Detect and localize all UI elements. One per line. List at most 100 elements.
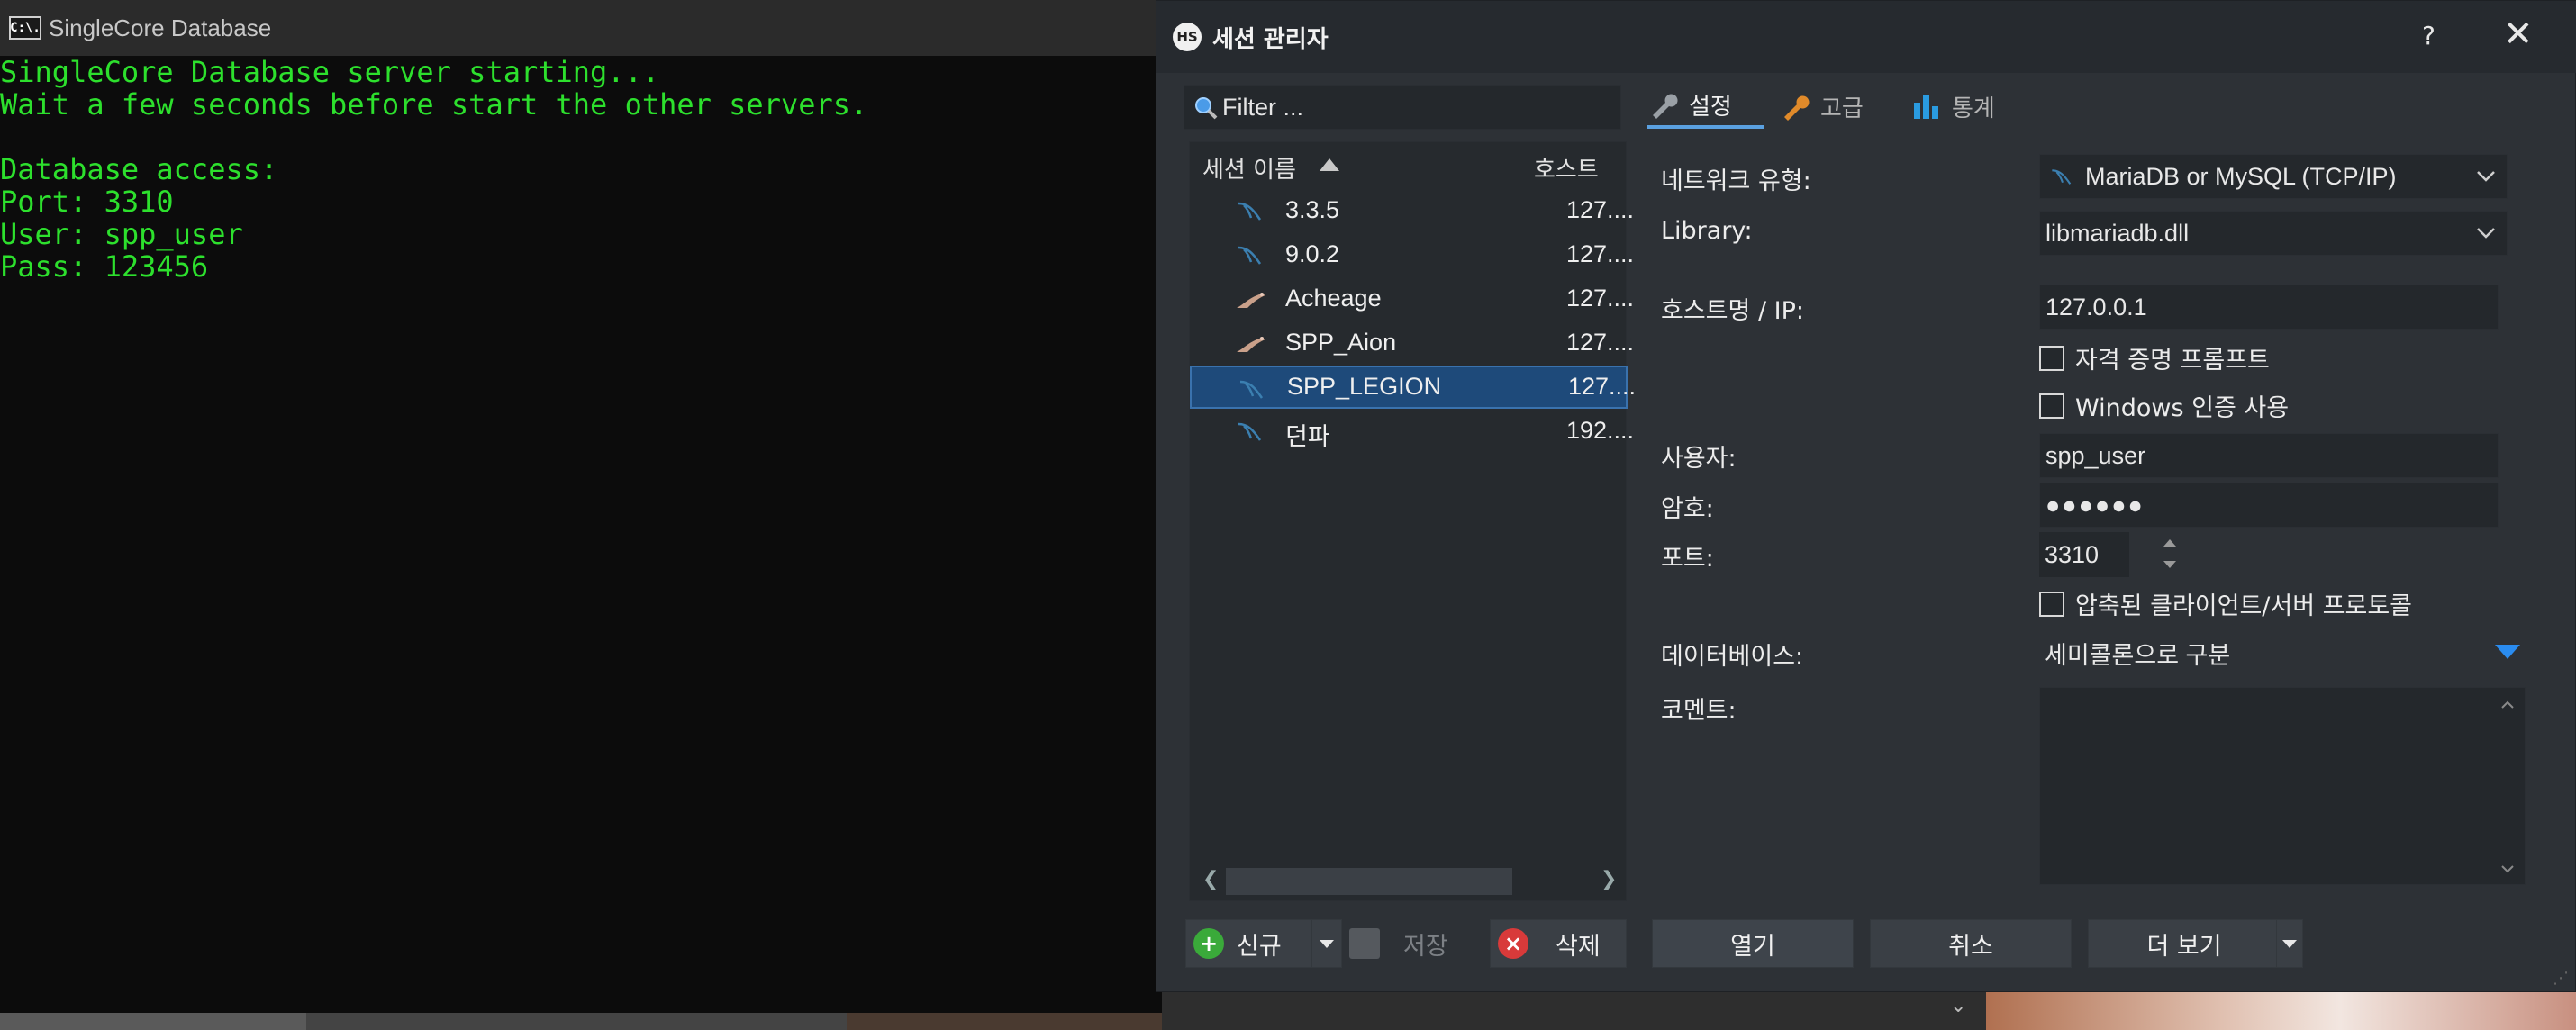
column-header-session-name[interactable]: 세션 이름 [1202, 151, 1296, 185]
session-row[interactable]: SPP_Aion 127.... [1190, 321, 1634, 365]
session-tree[interactable]: 세션 이름 호스트 3.3.5 127.... 9.0.2 127.... Ac… [1189, 141, 1636, 901]
heidisql-logo-icon: HS [1173, 23, 1202, 51]
session-host: 127.... [1566, 240, 1635, 267]
mysql-dolphin-icon [2052, 169, 2072, 185]
sort-ascending-icon [1320, 158, 1339, 171]
new-label: 신규 [1237, 932, 1282, 961]
scroll-left-icon[interactable]: ❮ [1202, 868, 1219, 890]
triangle-down-icon [1320, 939, 1334, 948]
stepper-down-icon[interactable] [2163, 561, 2176, 568]
network-type-value: MariaDB or MySQL (TCP/IP) [2085, 162, 2397, 190]
horizontal-scrollbar[interactable]: ❮ ❯ [1190, 861, 1628, 900]
console-title: SingleCore Database [49, 14, 272, 41]
library-select[interactable]: libmariadb.dll [2039, 211, 2508, 256]
database-label: 데이터베이스: [1661, 643, 1804, 671]
prompt-credentials-checkbox[interactable]: 자격 증명 프롬프트 [2039, 340, 2270, 375]
library-label: Library: [1661, 217, 1753, 245]
settings-tabs: 설정 고급 통계 [1647, 84, 2548, 129]
host-input[interactable]: 127.0.0.1 [2039, 285, 2499, 330]
session-row[interactable]: Acheage 127.... [1190, 277, 1634, 321]
stepper-up-icon[interactable] [2163, 539, 2176, 547]
tab-settings[interactable]: 설정 [1647, 84, 1764, 129]
session-row-selected[interactable]: SPP_LEGION 127.... [1190, 366, 1636, 409]
plus-icon: + [1193, 928, 1224, 959]
mysql-dolphin-icon [1238, 202, 1262, 221]
checkbox-label: 압축된 클라이언트/서버 프로토콜 [2075, 592, 2413, 620]
tab-advanced[interactable]: 고급 [1779, 84, 1896, 129]
console-line: User: spp_user [0, 217, 243, 251]
database-input[interactable]: 세미콜론으로 구분 [2039, 630, 2526, 675]
new-session-button[interactable]: + 신규 [1185, 919, 1311, 968]
port-stepper[interactable]: 3310 [2039, 532, 2129, 577]
console-line: Port: 3310 [0, 185, 174, 219]
dialog-titlebar[interactable]: HS 세션 관리자 ? ✕ [1156, 1, 2576, 73]
library-value: libmariadb.dll [2045, 219, 2190, 247]
cancel-button[interactable]: 취소 [1870, 919, 2072, 968]
scroll-down-icon[interactable] [2499, 863, 2516, 875]
database-value: 세미콜론으로 구분 [2045, 641, 2231, 669]
windows-auth-checkbox[interactable]: Windows 인증 사용 [2039, 388, 2289, 423]
tab-label: 고급 [1820, 95, 1864, 122]
chevron-down-icon[interactable]: ⌄ [1950, 995, 1966, 1017]
checkbox[interactable] [2039, 393, 2064, 419]
more-button[interactable]: 더 보기 [2088, 919, 2281, 968]
triangle-down-icon [2282, 939, 2297, 948]
console-line: Pass: 123456 [0, 249, 209, 284]
column-header-host[interactable]: 호스트 [1534, 151, 1599, 185]
tree-header: 세션 이름 호스트 [1190, 142, 1628, 189]
scroll-up-icon[interactable] [2499, 699, 2516, 711]
comment-label: 코멘트: [1661, 697, 1737, 725]
resize-grip-icon[interactable]: ⋰ [2553, 969, 2569, 988]
session-row[interactable]: 9.0.2 127.... [1190, 233, 1634, 276]
password-label: 암호: [1661, 495, 1714, 523]
session-manager-dialog: HS 세션 관리자 ? ✕ 세션 이름 호스트 3.3.5 127.... 9.… [1156, 0, 2576, 992]
open-button[interactable]: 열기 [1652, 919, 1854, 968]
port-value: 3310 [2045, 540, 2100, 568]
session-row[interactable]: 던파 192.... [1190, 410, 1634, 453]
close-button[interactable]: ✕ [2503, 14, 2534, 55]
port-stepper-arrows[interactable] [2161, 536, 2179, 575]
wrench-orange-icon [1784, 95, 1810, 121]
dropdown-arrow-icon[interactable] [2495, 645, 2520, 659]
checkbox-label: Windows 인증 사용 [2075, 394, 2290, 422]
compressed-protocol-checkbox[interactable]: 압축된 클라이언트/서버 프로토콜 [2039, 586, 2412, 621]
session-host: 127.... [1568, 373, 1637, 400]
filter-input[interactable] [1222, 93, 1601, 122]
session-name: 9.0.2 [1285, 240, 1340, 267]
network-type-label: 네트워크 유형: [1661, 167, 1811, 195]
tab-label: 통계 [1952, 95, 1995, 122]
save-label: 저장 [1403, 932, 1448, 961]
delete-x-icon: × [1498, 928, 1528, 959]
mariadb-seal-icon [1237, 293, 1265, 308]
console-titlebar[interactable]: C:\. SingleCore Database [0, 0, 1162, 56]
tab-statistics[interactable]: 통계 [1910, 84, 2027, 129]
session-row[interactable]: 3.3.5 127.... [1190, 189, 1634, 232]
session-host: 192.... [1566, 417, 1635, 444]
console-line: Database access: [0, 152, 278, 186]
user-value: spp_user [2045, 441, 2146, 469]
session-host: 127.... [1566, 285, 1635, 312]
cmd-icon: C:\. [9, 16, 41, 40]
delete-session-button[interactable]: × 삭제 [1490, 919, 1627, 968]
save-button[interactable]: 저장 [1337, 919, 1481, 968]
comment-textarea[interactable] [2039, 687, 2526, 885]
network-type-select[interactable]: MariaDB or MySQL (TCP/IP) [2039, 154, 2508, 199]
mysql-dolphin-icon [1239, 380, 1264, 399]
session-name: SPP_Aion [1285, 329, 1397, 356]
password-input[interactable]: ●●●●●● [2039, 483, 2499, 528]
checkbox[interactable] [2039, 345, 2064, 371]
scrollbar-thumb[interactable] [1226, 868, 1512, 895]
user-input[interactable]: spp_user [2039, 433, 2499, 478]
help-button[interactable]: ? [2422, 21, 2435, 50]
checkbox[interactable] [2039, 591, 2064, 617]
tab-label: 설정 [1689, 93, 1732, 121]
host-value: 127.0.0.1 [2045, 293, 2147, 321]
scroll-right-icon[interactable]: ❯ [1601, 868, 1617, 890]
checkbox-label: 자격 증명 프롬프트 [2075, 347, 2270, 375]
more-dropdown[interactable] [2276, 919, 2303, 968]
session-filter[interactable] [1184, 85, 1621, 130]
background-taskbar [1162, 992, 1986, 1030]
session-name: 던파 [1285, 423, 1330, 450]
session-host: 127.... [1566, 196, 1635, 223]
console-output[interactable]: SingleCore Database server starting... W… [0, 56, 1162, 1010]
